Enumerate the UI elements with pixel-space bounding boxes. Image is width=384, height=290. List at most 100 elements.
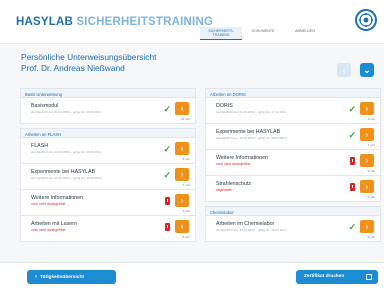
footer: ‹ Tätigkeitsübersicht Zertifikat drucken	[0, 262, 384, 290]
start-module-button[interactable]: ›	[360, 220, 374, 233]
left-column: Basis Unterweisung Basismodul durchgeführt…	[20, 88, 196, 242]
training-module-row[interactable]: Strahlenschutz abgelaufen › 5 min	[205, 176, 381, 202]
module-duration: 7 min	[182, 183, 190, 187]
chevron-right-icon: ›	[365, 222, 369, 231]
checkmark-icon: ✓	[163, 104, 171, 114]
module-status-text: durchgeführt am: 23.09.2009 – gültig bis…	[216, 228, 287, 232]
checkmark-icon: ✓	[163, 144, 171, 154]
tab-sicherheitstraining[interactable]: Sicherheits- training	[200, 27, 242, 40]
tab-abmelden[interactable]: Abmelden	[284, 27, 326, 40]
chevron-left-icon: ‹	[35, 274, 37, 280]
print-certificate-button[interactable]: Zertifikat drucken	[296, 270, 378, 284]
tab-dokumente[interactable]: Dokumente	[242, 27, 284, 40]
app-logo[interactable]: HASYLAB SICHERHEITSTRAINING	[16, 16, 213, 28]
app-frame: HASYLAB SICHERHEITSTRAINING Sicherheits-…	[0, 0, 384, 290]
section-heading: Basis Unterweisung	[20, 88, 196, 98]
section-heading: Chemielabor	[205, 206, 381, 216]
module-status-text: durchgeführt am: 23.09.2009 – gültig bis…	[216, 136, 287, 140]
training-module-row[interactable]: Experimente bei HASYLAB durchgeführt am: …	[205, 124, 381, 150]
module-name: FLASH	[31, 143, 49, 149]
chevron-right-icon: ›	[365, 104, 369, 113]
desy-emblem-icon	[355, 9, 377, 31]
checkmark-icon: ✓	[348, 130, 356, 140]
module-status-text: durchgeführt am: 01.03.2009 – gültig bis…	[31, 110, 102, 114]
start-module-button[interactable]: ›	[175, 194, 189, 207]
page-title: Persönliche Unterweisungsübersicht Prof.…	[21, 52, 321, 74]
section-heading: Arbeiten an DORIS	[205, 88, 381, 98]
module-name: Arbeiten im Chemielabor	[216, 221, 275, 227]
training-module-row[interactable]: FLASH durchgeführt am: 23.09.2009 – gülti…	[20, 138, 196, 164]
warning-icon	[165, 223, 170, 231]
module-duration: 8 min	[182, 235, 190, 239]
module-name: DORIS	[216, 103, 233, 109]
cert-label: Zertifikat drucken	[304, 274, 345, 279]
module-name: Experimente bei HASYLAB	[31, 169, 96, 175]
prev-button[interactable]: ‹	[337, 63, 351, 77]
module-duration: 7 min	[367, 143, 375, 147]
checkmark-icon: ✓	[348, 222, 356, 232]
module-name: Weitere Informationen	[216, 155, 269, 161]
chevron-right-icon: ›	[180, 144, 184, 153]
tab-label-line2: training	[212, 33, 230, 37]
tab-label: Dokumente	[251, 29, 275, 33]
start-module-button[interactable]: ›	[175, 142, 189, 155]
module-duration: 6 min	[367, 235, 375, 239]
module-status-text: noch nicht durchgeführt	[216, 162, 251, 166]
module-duration: 5 min	[367, 195, 375, 199]
module-duration: 6 min	[367, 117, 375, 121]
chevron-right-icon: ›	[365, 130, 369, 139]
warning-icon	[165, 197, 170, 205]
training-module-row[interactable]: DORIS durchgeführt am: 23.09.2009 – gülti…	[205, 98, 381, 124]
chevron-down-icon: ⌄	[363, 65, 371, 75]
right-column: Arbeiten an DORIS DORIS durchgeführt am: 2…	[205, 88, 381, 242]
chevron-right-icon: ›	[180, 104, 184, 113]
start-module-button[interactable]: ›	[175, 102, 189, 115]
header: HASYLAB SICHERHEITSTRAINING Sicherheits-…	[0, 0, 384, 44]
chevron-right-icon: ›	[180, 170, 184, 179]
module-status-text: durchgeführt am: 23.09.2009 – gültig bis…	[31, 176, 102, 180]
training-module-row[interactable]: Weitere Informationen noch nicht durchgef…	[20, 190, 196, 216]
chevron-left-icon: ‹	[342, 65, 346, 75]
start-module-button[interactable]: ›	[360, 102, 374, 115]
warning-icon	[350, 157, 355, 165]
module-status-text: noch nicht durchgeführt	[31, 228, 66, 232]
module-name: Basismodul	[31, 103, 59, 109]
module-name: Experimente bei HASYLAB	[216, 129, 281, 135]
module-name: Strahlenschutz	[216, 181, 252, 187]
module-status-text: noch nicht durchgeführt	[31, 202, 66, 206]
section-heading: Arbeiten an FLASH	[20, 128, 196, 138]
module-name: Arbeiten mit Lasern	[31, 221, 77, 227]
training-module-row[interactable]: Experimente bei HASYLAB durchgeführt am: …	[20, 164, 196, 190]
warning-icon	[350, 183, 355, 191]
chevron-right-icon: ›	[180, 196, 184, 205]
module-status-text: durchgeführt am: 23.09.2009 – gültig bis…	[31, 150, 102, 154]
expand-button[interactable]: ⌄	[360, 63, 374, 77]
tab-label: Abmelden	[295, 29, 315, 33]
training-module-row[interactable]: Weitere Informationen noch nicht durchgef…	[205, 150, 381, 176]
top-tabs: Sicherheits- training Dokumente Abmelden	[200, 27, 326, 40]
person-name: Prof. Dr. Andreas Nießwand	[21, 63, 125, 73]
training-module-row[interactable]: Arbeiten im Chemielabor durchgeführt am: …	[205, 216, 381, 242]
module-duration: 6 min	[182, 157, 190, 161]
module-duration: 20 min	[180, 117, 190, 121]
checkmark-icon: ✓	[348, 104, 356, 114]
module-status-text: durchgeführt am: 23.09.2009 – gültig bis…	[216, 110, 287, 114]
module-status-text: abgelaufen	[216, 188, 233, 192]
module-name: Weitere Informationen	[31, 195, 84, 201]
start-module-button[interactable]: ›	[175, 220, 189, 233]
checkmark-icon: ✓	[163, 170, 171, 180]
training-module-row[interactable]: Basismodul durchgeführt am: 01.03.2009 – …	[20, 98, 196, 124]
module-duration: 5 min	[367, 169, 375, 173]
chevron-right-icon: ›	[180, 222, 184, 231]
activity-overview-button[interactable]: ‹ Tätigkeitsübersicht	[27, 270, 116, 284]
start-module-button[interactable]: ›	[175, 168, 189, 181]
logo-brand: HASYLAB	[16, 16, 73, 28]
start-module-button[interactable]: ›	[360, 128, 374, 141]
page-title-text: Persönliche Unterweisungsübersicht	[21, 52, 157, 62]
start-module-button[interactable]: ›	[360, 154, 374, 167]
chevron-right-icon: ›	[365, 156, 369, 165]
start-module-button[interactable]: ›	[360, 180, 374, 193]
printer-icon	[366, 274, 372, 280]
chevron-right-icon: ›	[365, 182, 369, 191]
training-module-row[interactable]: Arbeiten mit Lasern noch nicht durchgefüh…	[20, 216, 196, 242]
